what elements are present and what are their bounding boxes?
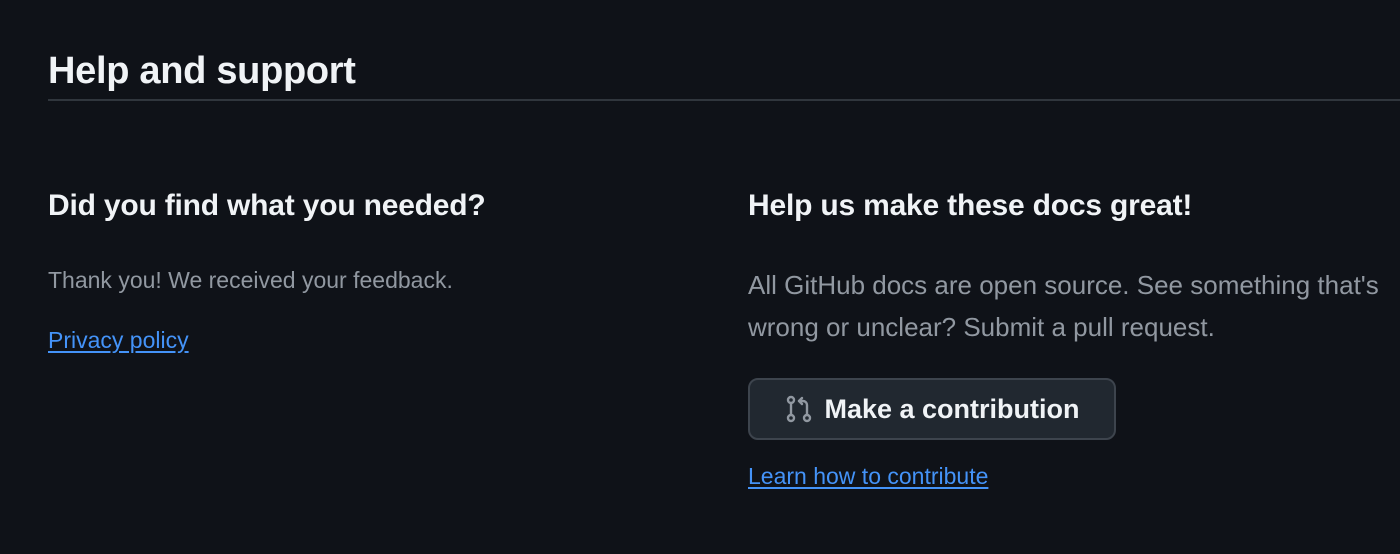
privacy-policy-link[interactable]: Privacy policy	[48, 324, 189, 356]
feedback-column: Did you find what you needed? Thank you!…	[48, 184, 688, 353]
learn-how-to-contribute-link[interactable]: Learn how to contribute	[748, 460, 988, 492]
contribute-heading: Help us make these docs great!	[748, 189, 1193, 222]
feedback-heading: Did you find what you needed?	[48, 189, 486, 222]
make-contribution-label: Make a contribution	[824, 393, 1080, 424]
section-divider	[48, 99, 1400, 101]
git-pull-request-icon	[784, 394, 814, 424]
feedback-confirmation: Thank you! We received your feedback.	[48, 267, 453, 293]
contribute-column: Help us make these docs great! All GitHu…	[748, 184, 1388, 489]
contribute-description: All GitHub docs are open source. See som…	[748, 270, 1379, 342]
section-title: Help and support	[48, 50, 356, 92]
make-contribution-button[interactable]: Make a contribution	[748, 378, 1116, 440]
